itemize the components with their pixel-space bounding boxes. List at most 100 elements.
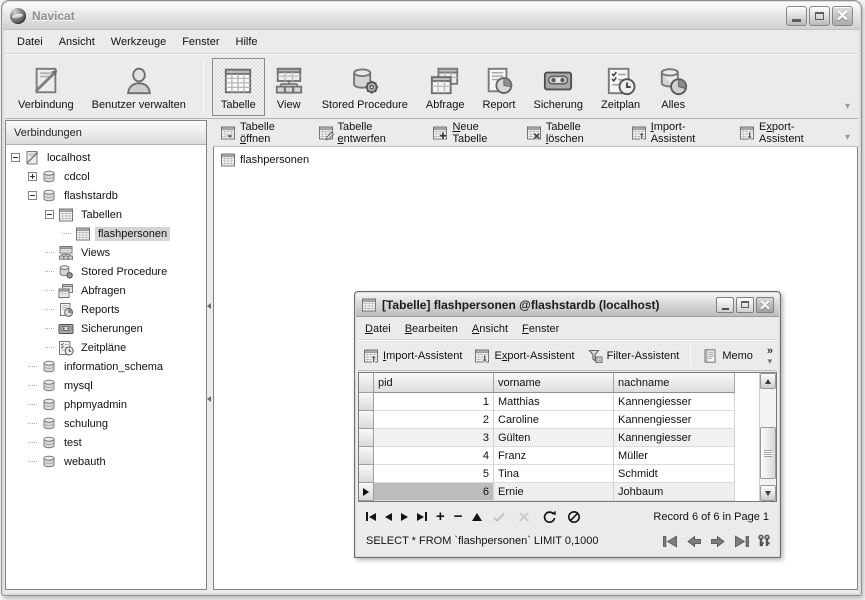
tree-connector — [45, 347, 54, 348]
tree-item-mysql[interactable]: mysql — [6, 376, 206, 395]
toolbar-chevron-icon[interactable]: » — [767, 346, 773, 357]
child-menu-fenster[interactable]: Fenster — [515, 320, 566, 338]
toolbar-button-benutzer-verwalten[interactable]: Benutzer verwalten — [83, 58, 195, 116]
grid-corner-cell[interactable] — [359, 373, 374, 393]
scroll-up-button[interactable] — [760, 373, 776, 389]
goto-page-keys-button[interactable] — [757, 534, 771, 548]
child-minimize-button[interactable] — [716, 297, 734, 313]
export-wizard-button[interactable]: Export-Assistent — [736, 119, 839, 147]
import-wizard-button[interactable]: Import-Assistent — [628, 119, 730, 147]
toolbar-button-alles[interactable]: Alles — [649, 58, 697, 116]
stop-button[interactable] — [566, 509, 582, 525]
child-title-bar[interactable]: [Tabelle] flashpersonen @flashstardb (lo… — [356, 293, 779, 317]
row-selector[interactable] — [359, 429, 374, 447]
next-page-button[interactable] — [709, 535, 727, 548]
maximize-button[interactable] — [809, 6, 830, 26]
design-table-button[interactable]: Tabelle entwerfen — [315, 119, 424, 147]
column-header-pid[interactable]: pid — [374, 373, 494, 393]
open-table-button[interactable]: Tabelle öffnen — [217, 119, 309, 147]
filter-wizard-button[interactable]: Filter-Assistent — [584, 346, 683, 366]
toolbar-button-verbindung[interactable]: Verbindung — [9, 58, 83, 116]
tree-item-localhost[interactable]: localhost — [6, 148, 206, 167]
next-record-button[interactable] — [401, 513, 408, 521]
tree-item-schulung[interactable]: schulung — [6, 414, 206, 433]
tree-item-views[interactable]: Views — [6, 243, 206, 262]
column-header-nachname[interactable]: nachname — [614, 373, 735, 393]
delete-table-button[interactable]: Tabelle löschen — [523, 119, 622, 147]
child-menu-datei[interactable]: Datei — [358, 320, 398, 338]
menu-fenster[interactable]: Fenster — [174, 33, 227, 51]
row-selector[interactable] — [359, 447, 374, 465]
tree-item-cdcol[interactable]: cdcol — [6, 167, 206, 186]
prev-record-button[interactable] — [385, 513, 392, 521]
child-export-wizard-button[interactable]: Export-Assistent — [471, 346, 577, 366]
child-toolbar: Import-Assistent Export-Assistent Filter… — [358, 340, 777, 371]
minimize-button[interactable] — [786, 6, 807, 26]
menu-ansicht[interactable]: Ansicht — [51, 33, 103, 51]
current-row-selector[interactable] — [359, 483, 374, 501]
child-menu-ansicht[interactable]: Ansicht — [465, 320, 515, 338]
toolbar-button-report[interactable]: Report — [473, 58, 524, 116]
database-icon — [41, 378, 57, 394]
toolbar-dropdown-arrow-icon[interactable]: ▾ — [768, 357, 773, 366]
row-selector[interactable] — [359, 411, 374, 429]
row-selector[interactable] — [359, 393, 374, 411]
child-close-button[interactable] — [756, 297, 774, 313]
stored-procedure-icon — [350, 66, 380, 96]
memo-button[interactable]: Memo — [699, 346, 756, 366]
toolbar-button-view[interactable]: View — [265, 58, 313, 116]
tree-item-flashpersonen[interactable]: flashpersonen — [6, 224, 206, 243]
tree-item-flashstardb[interactable]: flashstardb — [6, 186, 206, 205]
new-table-button[interactable]: Neue Tabelle — [429, 119, 516, 147]
toolbar-overflow-arrow-icon[interactable]: ▾ — [845, 102, 850, 112]
tree-item-stored-procedure[interactable]: Stored Procedure — [6, 262, 206, 281]
toolbar-button-abfrage[interactable]: Abfrage — [417, 58, 474, 116]
open-table-icon — [220, 125, 236, 141]
menu-hilfe[interactable]: Hilfe — [228, 33, 266, 51]
last-page-button[interactable] — [733, 535, 751, 548]
child-menu-bearbeiten[interactable]: Bearbeiten — [398, 320, 465, 338]
row-selector[interactable] — [359, 465, 374, 483]
scrollbar-track[interactable] — [760, 389, 776, 485]
table-list-item-flashpersonen[interactable]: flashpersonen — [220, 152, 309, 168]
object-toolbar-overflow-arrow-icon[interactable]: ▾ — [845, 132, 854, 146]
child-import-wizard-button[interactable]: Import-Assistent — [360, 346, 465, 366]
child-maximize-button[interactable] — [736, 297, 754, 313]
menu-datei[interactable]: Datei — [9, 33, 51, 51]
toolbar-button-tabelle[interactable]: Tabelle — [212, 58, 265, 116]
scrollbar-thumb[interactable] — [760, 427, 776, 479]
first-record-button[interactable] — [366, 512, 376, 521]
collapse-expander-icon[interactable] — [45, 210, 54, 219]
last-record-button[interactable] — [417, 512, 427, 521]
title-bar[interactable]: Navicat — [3, 2, 860, 30]
tree-item-information-schema[interactable]: information_schema — [6, 357, 206, 376]
tree-connector — [45, 309, 54, 310]
vertical-scrollbar[interactable] — [759, 373, 776, 501]
first-page-button[interactable] — [661, 535, 679, 548]
menu-werkzeuge[interactable]: Werkzeuge — [103, 33, 174, 51]
tree-item-zeitplaene[interactable]: Zeitpläne — [6, 338, 206, 357]
toolbar-button-stored-procedure[interactable]: Stored Procedure — [313, 58, 417, 116]
collapse-expander-icon[interactable] — [28, 191, 37, 200]
close-button[interactable] — [832, 6, 853, 26]
toolbar-label: Report — [482, 99, 515, 111]
tree-item-abfragen[interactable]: Abfragen — [6, 281, 206, 300]
delete-record-button[interactable]: − — [454, 509, 463, 524]
add-record-button[interactable]: + — [436, 509, 445, 524]
column-header-vorname[interactable]: vorname — [494, 373, 614, 393]
tree-item-reports[interactable]: Reports — [6, 300, 206, 319]
tree-item-test[interactable]: test — [6, 433, 206, 452]
collapse-expander-icon[interactable] — [11, 153, 20, 162]
sidebar-header-label: Verbindungen — [14, 127, 82, 139]
tree-item-webauth[interactable]: webauth — [6, 452, 206, 471]
toolbar-button-zeitplan[interactable]: Zeitplan — [592, 58, 649, 116]
scroll-down-button[interactable] — [760, 485, 776, 501]
tree-item-phpmyadmin[interactable]: phpmyadmin — [6, 395, 206, 414]
toolbar-button-sicherung[interactable]: Sicherung — [524, 58, 592, 116]
refresh-button[interactable] — [541, 509, 557, 525]
tree-item-tabellen[interactable]: Tabellen — [6, 205, 206, 224]
edit-record-button[interactable] — [472, 513, 482, 521]
expand-expander-icon[interactable] — [28, 172, 37, 181]
prev-page-button[interactable] — [685, 535, 703, 548]
tree-item-sicherungen[interactable]: Sicherungen — [6, 319, 206, 338]
